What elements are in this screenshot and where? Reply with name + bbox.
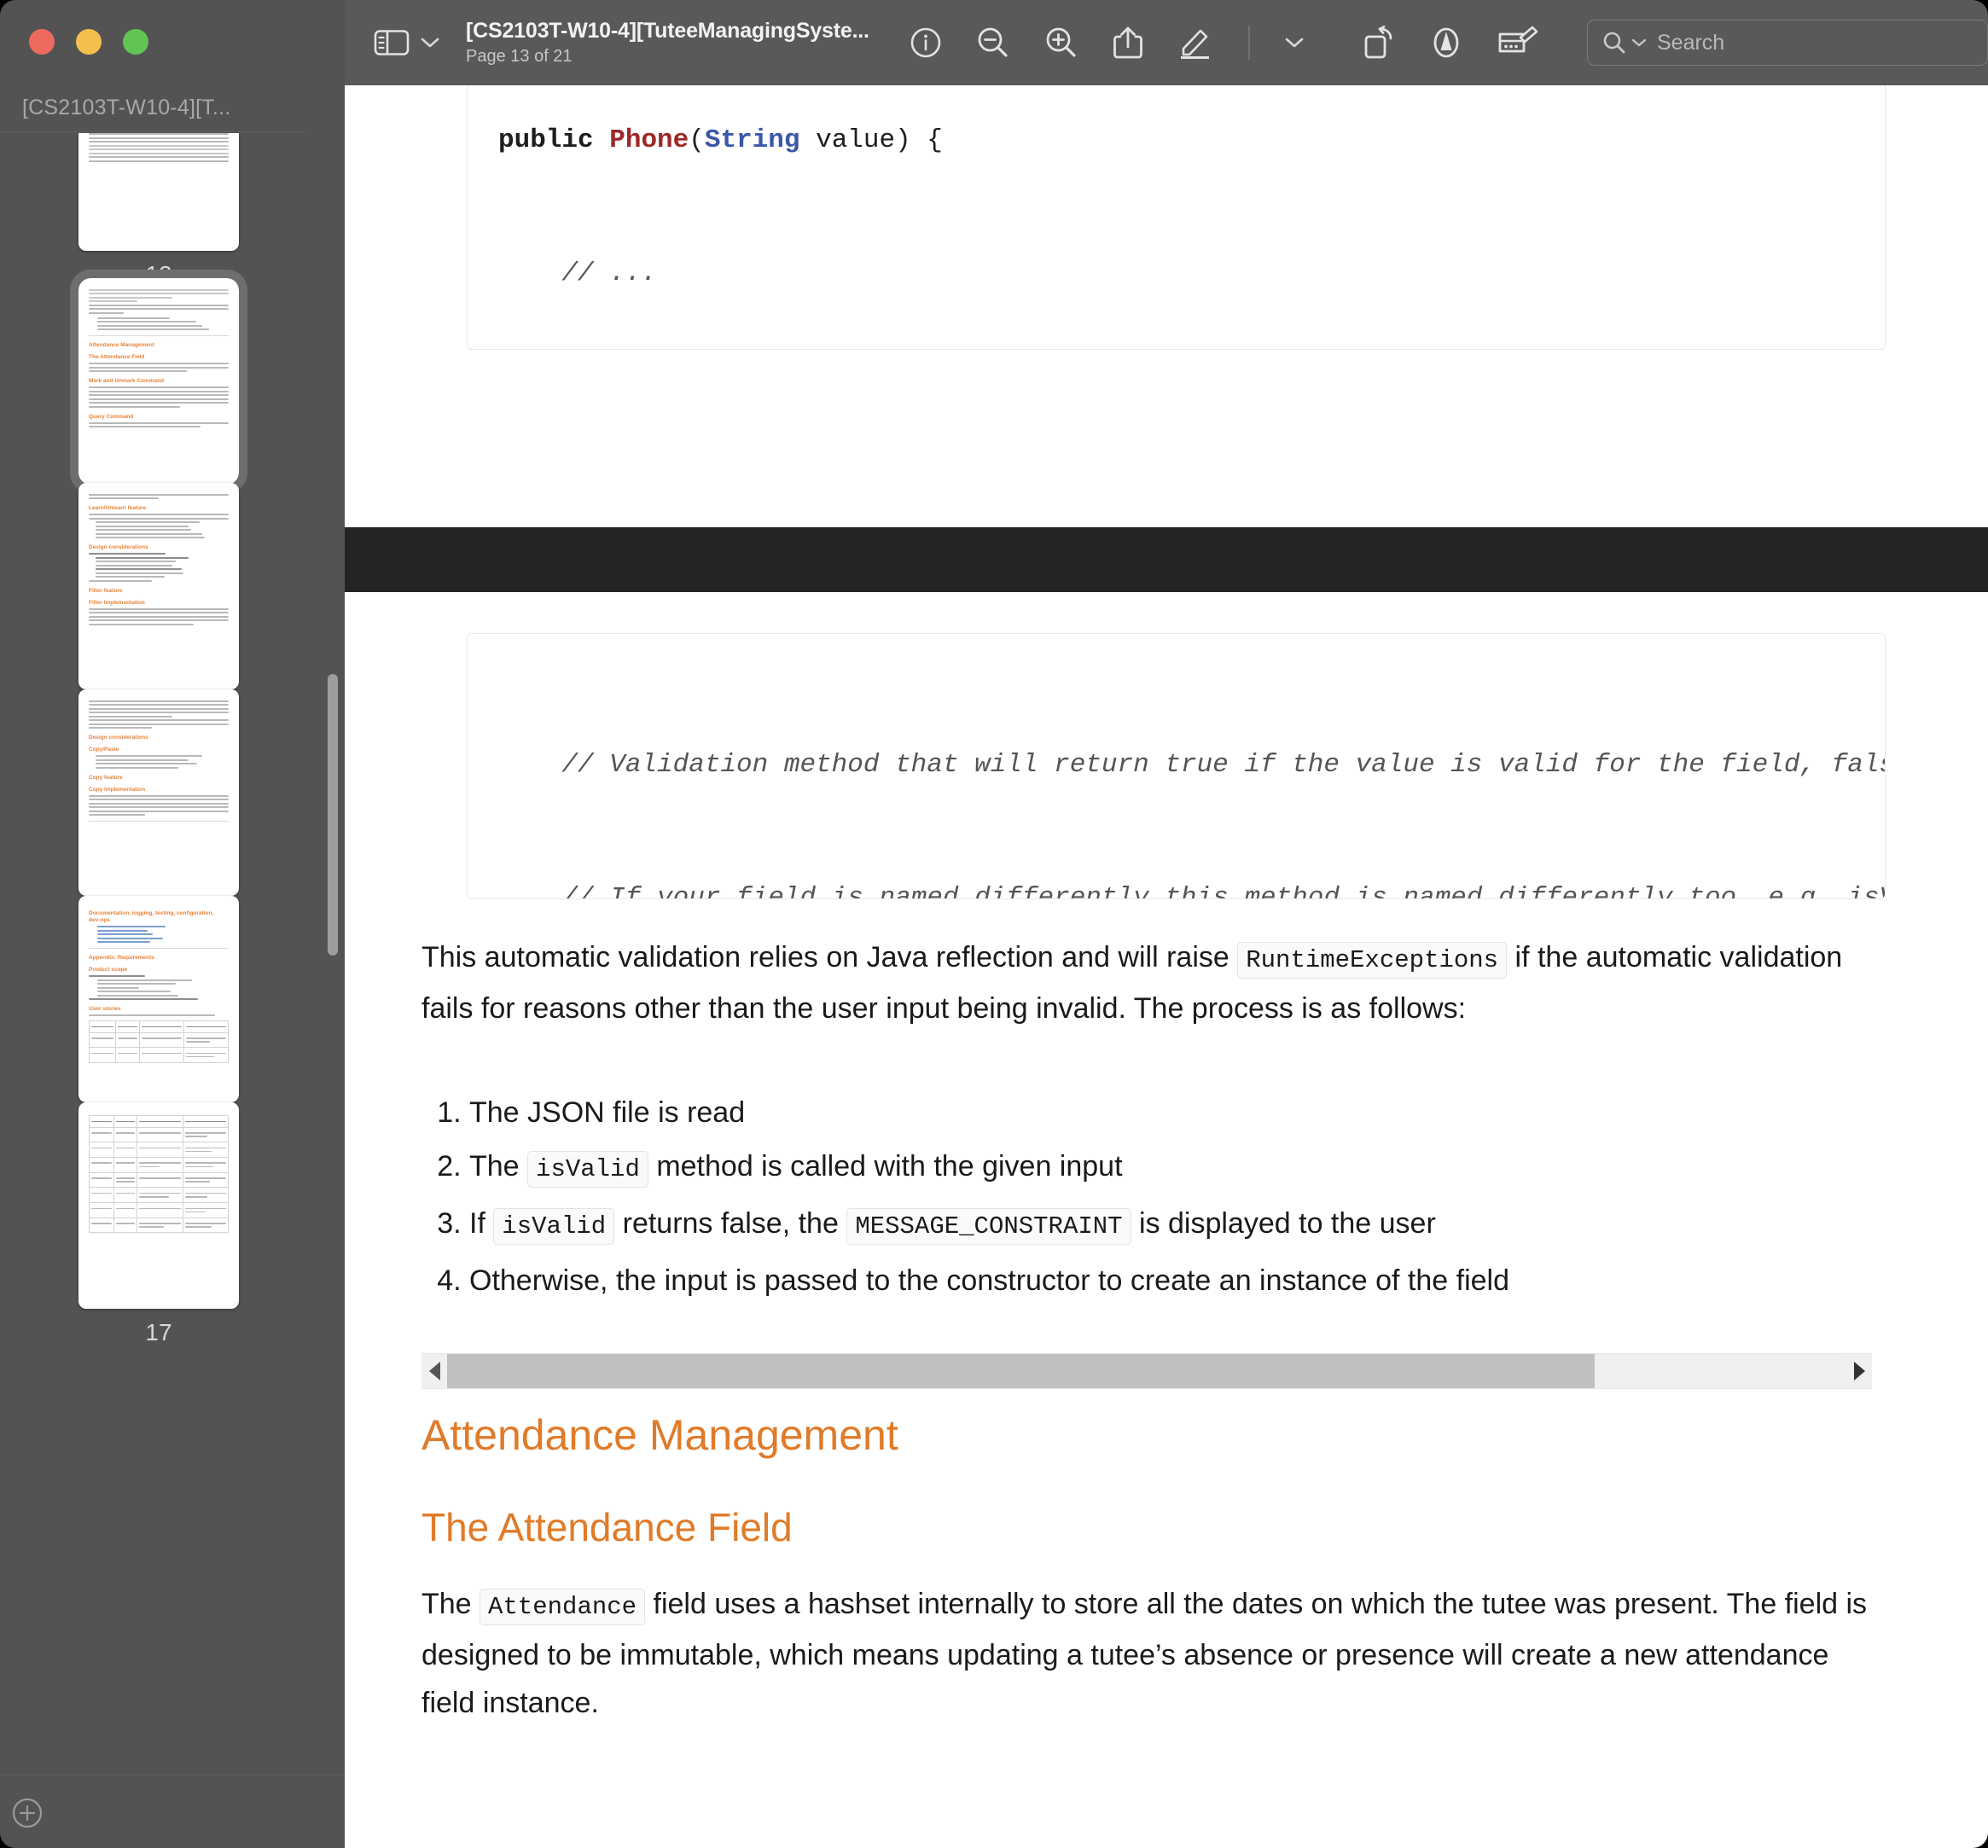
sidebar-scrollbar[interactable] xyxy=(328,674,338,956)
heading-the-attendance-field: The Attendance Field xyxy=(421,1505,793,1549)
document-title-block: [CS2103T-W10-4][TuteeManagingSyste... Pa… xyxy=(466,19,869,67)
thumbnail-page-12[interactable]: Common Classes Implementation Field Vali… xyxy=(78,133,239,251)
highlight-icon[interactable] xyxy=(1428,25,1464,61)
thumbnail-item[interactable]: Common Classes Implementation Field Vali… xyxy=(0,133,317,287)
pdf-page-previous: public Phone(String value) { // ... } //… xyxy=(345,85,1988,527)
thumbnail-page-17[interactable] xyxy=(78,1102,239,1309)
code-line: // Validation method that will return tr… xyxy=(498,750,1886,780)
minimize-window-button[interactable] xyxy=(76,29,102,55)
inline-code-message-constraint: MESSAGE_CONSTRAINT xyxy=(846,1208,1131,1245)
scroll-left-arrow-icon[interactable] xyxy=(421,1362,447,1380)
horizontal-scrollbar[interactable] xyxy=(421,1353,1872,1389)
thumbnail-page-13[interactable]: Attendance Management The Attendance Fie… xyxy=(70,270,247,493)
toolbar: [CS2103T-W10-4][TuteeManagingSyste... Pa… xyxy=(345,0,1988,85)
paragraph-attendance-field: The Attendance field uses a hashset inte… xyxy=(421,1580,1872,1727)
inline-code-isvalid: isValid xyxy=(527,1151,648,1188)
thumbnail-page-16[interactable]: Documentation, logging, testing, configu… xyxy=(78,896,239,1102)
scrollbar-thumb[interactable] xyxy=(447,1354,1595,1388)
list-item-text: method is called with the given input xyxy=(648,1150,1123,1183)
document-canvas[interactable]: public Phone(String value) { // ... } //… xyxy=(345,85,1988,1848)
page-indicator: Page 13 of 21 xyxy=(466,47,573,66)
code-line: public Phone(String value) { xyxy=(498,125,943,155)
list-item: The isValid method is called with the gi… xyxy=(469,1149,1872,1188)
markup-pen-icon[interactable] xyxy=(1177,25,1214,61)
add-page-button[interactable] xyxy=(9,1794,46,1832)
scrollbar-track[interactable] xyxy=(447,1354,1846,1388)
list-item-text: Otherwise, the input is passed to the co… xyxy=(469,1264,1510,1297)
inline-code-isvalid: isValid xyxy=(493,1208,615,1245)
search-chevron-down-icon xyxy=(1631,38,1647,47)
code-block-phone-constructor: public Phone(String value) { // ... } //… xyxy=(467,85,1886,350)
code-block-isvalidphone: // Validation method that will return tr… xyxy=(467,633,1886,899)
sidebar-divider xyxy=(0,131,307,132)
sidebar-toggle-button[interactable] xyxy=(374,28,410,57)
pdf-viewer-window: [CS2103T-W10-4][T... Common Classes Impl… xyxy=(0,0,1988,1848)
list-item-text: is displayed to the user xyxy=(1131,1207,1436,1240)
thumbnail-page-14[interactable]: Learn/Unlearn feature Design considerati… xyxy=(78,483,239,689)
toolbar-tools xyxy=(909,24,1305,61)
heading-attendance-management: Attendance Management xyxy=(421,1411,898,1459)
list-item: If isValid returns false, the MESSAGE_CO… xyxy=(469,1206,1872,1245)
window-traffic-lights xyxy=(29,29,148,55)
ordered-list-validation-process: The JSON file is read The isValid method… xyxy=(421,1095,1872,1317)
search-box[interactable]: Search xyxy=(1587,20,1988,66)
code-line: // If your field is named differently th… xyxy=(498,883,1886,899)
thumbnail-page-number: 17 xyxy=(145,1319,172,1345)
toolbar-right-tools: Search xyxy=(1362,0,1988,85)
list-item-text: The xyxy=(469,1150,528,1183)
list-item: Otherwise, the input is passed to the co… xyxy=(469,1264,1872,1298)
code-line: // ... xyxy=(498,259,658,288)
search-input[interactable]: Search xyxy=(1657,31,1724,55)
share-icon[interactable] xyxy=(1112,24,1144,61)
list-item-text: returns false, the xyxy=(614,1207,847,1240)
search-icon xyxy=(1603,32,1625,54)
inline-code-runtimeexceptions: RuntimeExceptions xyxy=(1237,942,1508,979)
paragraph-text-part-1: The xyxy=(421,1588,480,1620)
markup-chevron-icon[interactable] xyxy=(1284,36,1305,49)
pdf-page-current: // Validation method that will return tr… xyxy=(345,592,1988,1848)
list-item-text: If xyxy=(469,1207,494,1240)
info-icon[interactable] xyxy=(909,26,943,60)
paragraph-text-part-1: This automatic validation relies on Java… xyxy=(421,941,1238,973)
rotate-icon[interactable] xyxy=(1362,25,1396,61)
thumbnail-item[interactable]: 17 xyxy=(0,1102,317,1345)
sidebar-footer xyxy=(0,1775,345,1848)
thumbnail-sidebar: [CS2103T-W10-4][T... Common Classes Impl… xyxy=(0,0,345,1848)
thumbnail-page-15[interactable]: Design considerations Copy/Paste Copy fe… xyxy=(78,689,239,896)
scroll-right-arrow-icon[interactable] xyxy=(1846,1362,1872,1380)
chevron-down-icon[interactable] xyxy=(420,36,440,49)
inline-code-attendance: Attendance xyxy=(480,1589,646,1625)
paragraph-automatic-validation: This automatic validation relies on Java… xyxy=(421,933,1872,1032)
main-pane: [CS2103T-W10-4][TuteeManagingSyste... Pa… xyxy=(345,0,1988,1848)
list-item-text: The JSON file is read xyxy=(469,1096,746,1129)
thumbnail-list[interactable]: Common Classes Implementation Field Vali… xyxy=(0,133,345,1775)
close-window-button[interactable] xyxy=(29,29,55,55)
sidebar-document-title: [CS2103T-W10-4][T... xyxy=(22,96,231,119)
zoom-out-icon[interactable] xyxy=(975,25,1011,61)
document-title: [CS2103T-W10-4][TuteeManagingSyste... xyxy=(466,19,869,43)
note-icon[interactable] xyxy=(1497,26,1541,60)
zoom-window-button[interactable] xyxy=(123,29,148,55)
toolbar-divider xyxy=(1247,26,1250,60)
zoom-in-icon[interactable] xyxy=(1043,25,1079,61)
list-item: The JSON file is read xyxy=(469,1095,1872,1130)
